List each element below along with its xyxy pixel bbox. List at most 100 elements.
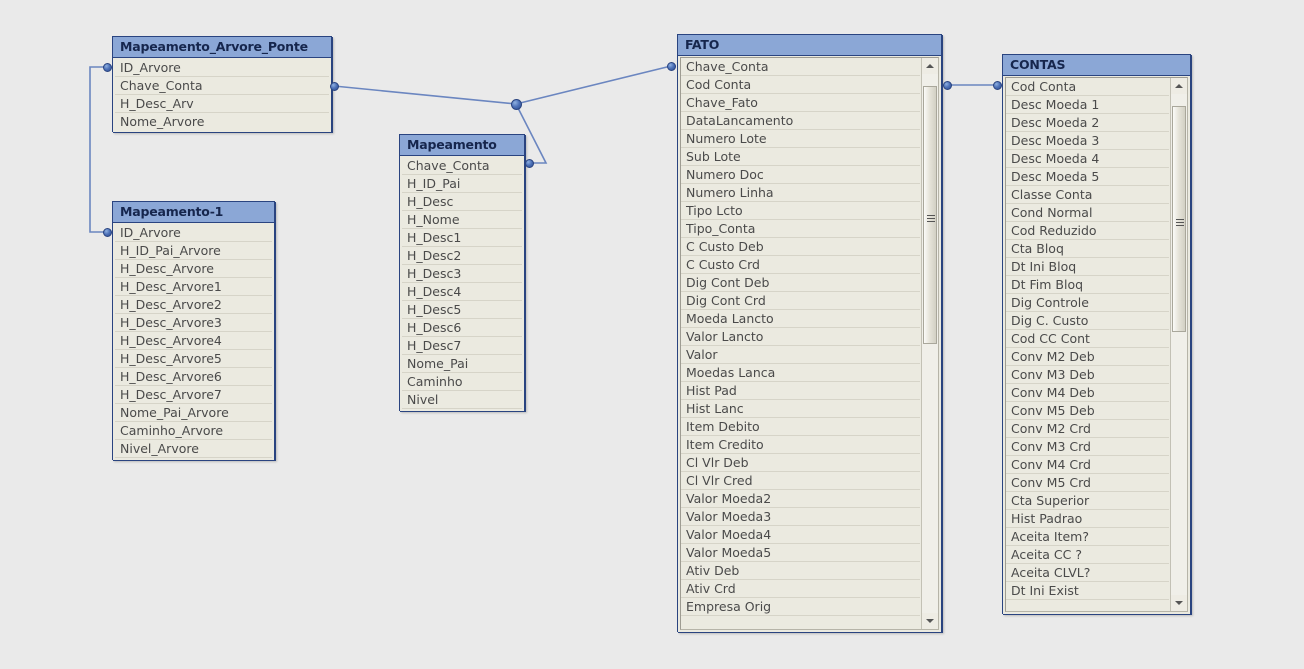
field-row[interactable]: ID_Arvore (115, 59, 329, 77)
field-row[interactable]: Tipo_Conta (681, 220, 920, 238)
field-row[interactable]: H_Nome (402, 211, 522, 229)
field-row[interactable]: Item Debito (681, 418, 920, 436)
field-row[interactable]: Cta Bloq (1006, 240, 1169, 258)
field-row[interactable]: Hist Padrao (1006, 510, 1169, 528)
field-row[interactable]: Desc Moeda 5 (1006, 168, 1169, 186)
field-row[interactable]: Sub Lote (681, 148, 920, 166)
field-row[interactable]: Dig C. Custo (1006, 312, 1169, 330)
field-row[interactable]: Cod CC Cont (1006, 330, 1169, 348)
field-row[interactable]: Valor Lancto (681, 328, 920, 346)
field-row[interactable]: Cl Vlr Deb (681, 454, 920, 472)
field-row[interactable]: Nivel_Arvore (115, 440, 272, 458)
field-row[interactable]: Ativ Deb (681, 562, 920, 580)
field-row[interactable]: DataLancamento (681, 112, 920, 130)
scroll-down-arrow-icon[interactable] (922, 613, 938, 629)
field-row[interactable]: Empresa Orig (681, 598, 920, 616)
field-row[interactable]: H_Desc_Arvore7 (115, 386, 272, 404)
field-row[interactable]: Conv M5 Crd (1006, 474, 1169, 492)
field-row[interactable]: H_Desc_Arvore4 (115, 332, 272, 350)
field-row[interactable]: Cl Vlr Cred (681, 472, 920, 490)
field-row[interactable]: H_Desc7 (402, 337, 522, 355)
field-row[interactable]: Nome_Pai_Arvore (115, 404, 272, 422)
vertical-scrollbar[interactable] (921, 58, 938, 629)
scrollbar-thumb[interactable] (1172, 106, 1186, 332)
field-row[interactable]: Desc Moeda 1 (1006, 96, 1169, 114)
scroll-up-arrow-icon[interactable] (1171, 78, 1187, 94)
field-row[interactable]: H_Desc_Arvore3 (115, 314, 272, 332)
scrollbar-thumb[interactable] (923, 86, 937, 344)
field-row[interactable]: Cod Conta (681, 76, 920, 94)
field-row[interactable]: Classe Conta (1006, 186, 1169, 204)
field-row[interactable]: Aceita Item? (1006, 528, 1169, 546)
relationship-endpoint-dot[interactable] (992, 80, 1002, 90)
scroll-down-arrow-icon[interactable] (1171, 595, 1187, 611)
field-row[interactable]: H_Desc1 (402, 229, 522, 247)
field-row[interactable]: Item Credito (681, 436, 920, 454)
field-row[interactable]: C Custo Crd (681, 256, 920, 274)
field-row[interactable]: Chave_Conta (115, 77, 329, 95)
field-row[interactable]: H_Desc4 (402, 283, 522, 301)
table-mapeamento-1[interactable]: Mapeamento-1 ID_Arvore H_ID_Pai_Arvore H_De… (112, 201, 275, 460)
field-row[interactable]: Dig Controle (1006, 294, 1169, 312)
relationship-endpoint-dot[interactable] (666, 61, 676, 71)
field-row[interactable]: Desc Moeda 2 (1006, 114, 1169, 132)
table-title[interactable]: Mapeamento_Arvore_Ponte (113, 37, 331, 58)
table-contas[interactable]: CONTAS Cod Conta Desc Moeda 1 Desc Moeda 2 D… (1002, 54, 1191, 614)
field-row[interactable]: Valor Moeda2 (681, 490, 920, 508)
relationship-endpoint-dot[interactable] (102, 62, 112, 72)
field-row[interactable]: Cod Reduzido (1006, 222, 1169, 240)
field-row[interactable]: Nome_Pai (402, 355, 522, 373)
table-fato[interactable]: FATO Chave_Conta Cod Conta Chave_Fato DataLa… (677, 34, 942, 632)
field-row[interactable]: Conv M4 Deb (1006, 384, 1169, 402)
field-row[interactable]: Dig Cont Crd (681, 292, 920, 310)
field-row[interactable]: Hist Lanc (681, 400, 920, 418)
relationship-endpoint-dot[interactable] (329, 81, 339, 91)
field-row[interactable]: Aceita CC ? (1006, 546, 1169, 564)
field-row[interactable]: Nome_Arvore (115, 113, 329, 130)
field-row[interactable]: Dig Cont Deb (681, 274, 920, 292)
field-row[interactable]: H_Desc (402, 193, 522, 211)
table-title[interactable]: FATO (678, 35, 941, 56)
field-row[interactable]: Cta Superior (1006, 492, 1169, 510)
field-row[interactable]: H_ID_Pai_Arvore (115, 242, 272, 260)
field-row[interactable]: Ativ Crd (681, 580, 920, 598)
field-row[interactable]: Valor Moeda4 (681, 526, 920, 544)
field-row[interactable]: H_Desc6 (402, 319, 522, 337)
field-row[interactable]: Caminho_Arvore (115, 422, 272, 440)
table-title[interactable]: Mapeamento (400, 135, 524, 156)
field-row[interactable]: Conv M3 Crd (1006, 438, 1169, 456)
field-row[interactable]: Cod Conta (1006, 78, 1169, 96)
field-row[interactable]: C Custo Deb (681, 238, 920, 256)
field-row[interactable]: Conv M2 Crd (1006, 420, 1169, 438)
field-row[interactable]: Nivel (402, 391, 522, 409)
field-row[interactable]: H_Desc_Arvore5 (115, 350, 272, 368)
field-row[interactable]: Numero Doc (681, 166, 920, 184)
field-row[interactable]: Chave_Conta (402, 157, 522, 175)
field-row[interactable]: Dt Ini Bloq (1006, 258, 1169, 276)
field-row[interactable]: Desc Moeda 4 (1006, 150, 1169, 168)
table-mapeamento[interactable]: Mapeamento Chave_Conta H_ID_Pai H_Desc H_Nom… (399, 134, 525, 411)
field-row[interactable]: Conv M4 Crd (1006, 456, 1169, 474)
field-row[interactable]: H_Desc2 (402, 247, 522, 265)
field-row[interactable]: H_Desc3 (402, 265, 522, 283)
field-row[interactable]: ID_Arvore (115, 224, 272, 242)
field-row[interactable]: Conv M2 Deb (1006, 348, 1169, 366)
field-row[interactable]: Hist Pad (681, 382, 920, 400)
table-title[interactable]: CONTAS (1003, 55, 1190, 76)
field-row[interactable]: Caminho (402, 373, 522, 391)
field-row[interactable]: Moedas Lanca (681, 364, 920, 382)
field-row[interactable]: H_Desc_Arvore (115, 260, 272, 278)
table-mapeamento-arvore-ponte[interactable]: Mapeamento_Arvore_Ponte ID_Arvore Chave_Co… (112, 36, 332, 132)
field-row[interactable]: Valor Moeda3 (681, 508, 920, 526)
field-row[interactable]: H_Desc_Arv (115, 95, 329, 113)
field-row[interactable]: H_Desc_Arvore1 (115, 278, 272, 296)
field-row[interactable]: H_ID_Pai (402, 175, 522, 193)
field-row[interactable]: Dt Fim Bloq (1006, 276, 1169, 294)
relationship-junction-dot[interactable] (510, 98, 522, 110)
field-row[interactable]: Chave_Conta (681, 58, 920, 76)
relationship-endpoint-dot[interactable] (102, 227, 112, 237)
field-row[interactable]: Cond Normal (1006, 204, 1169, 222)
field-row[interactable]: Valor (681, 346, 920, 364)
field-row[interactable]: Valor Moeda5 (681, 544, 920, 562)
table-title[interactable]: Mapeamento-1 (113, 202, 274, 223)
